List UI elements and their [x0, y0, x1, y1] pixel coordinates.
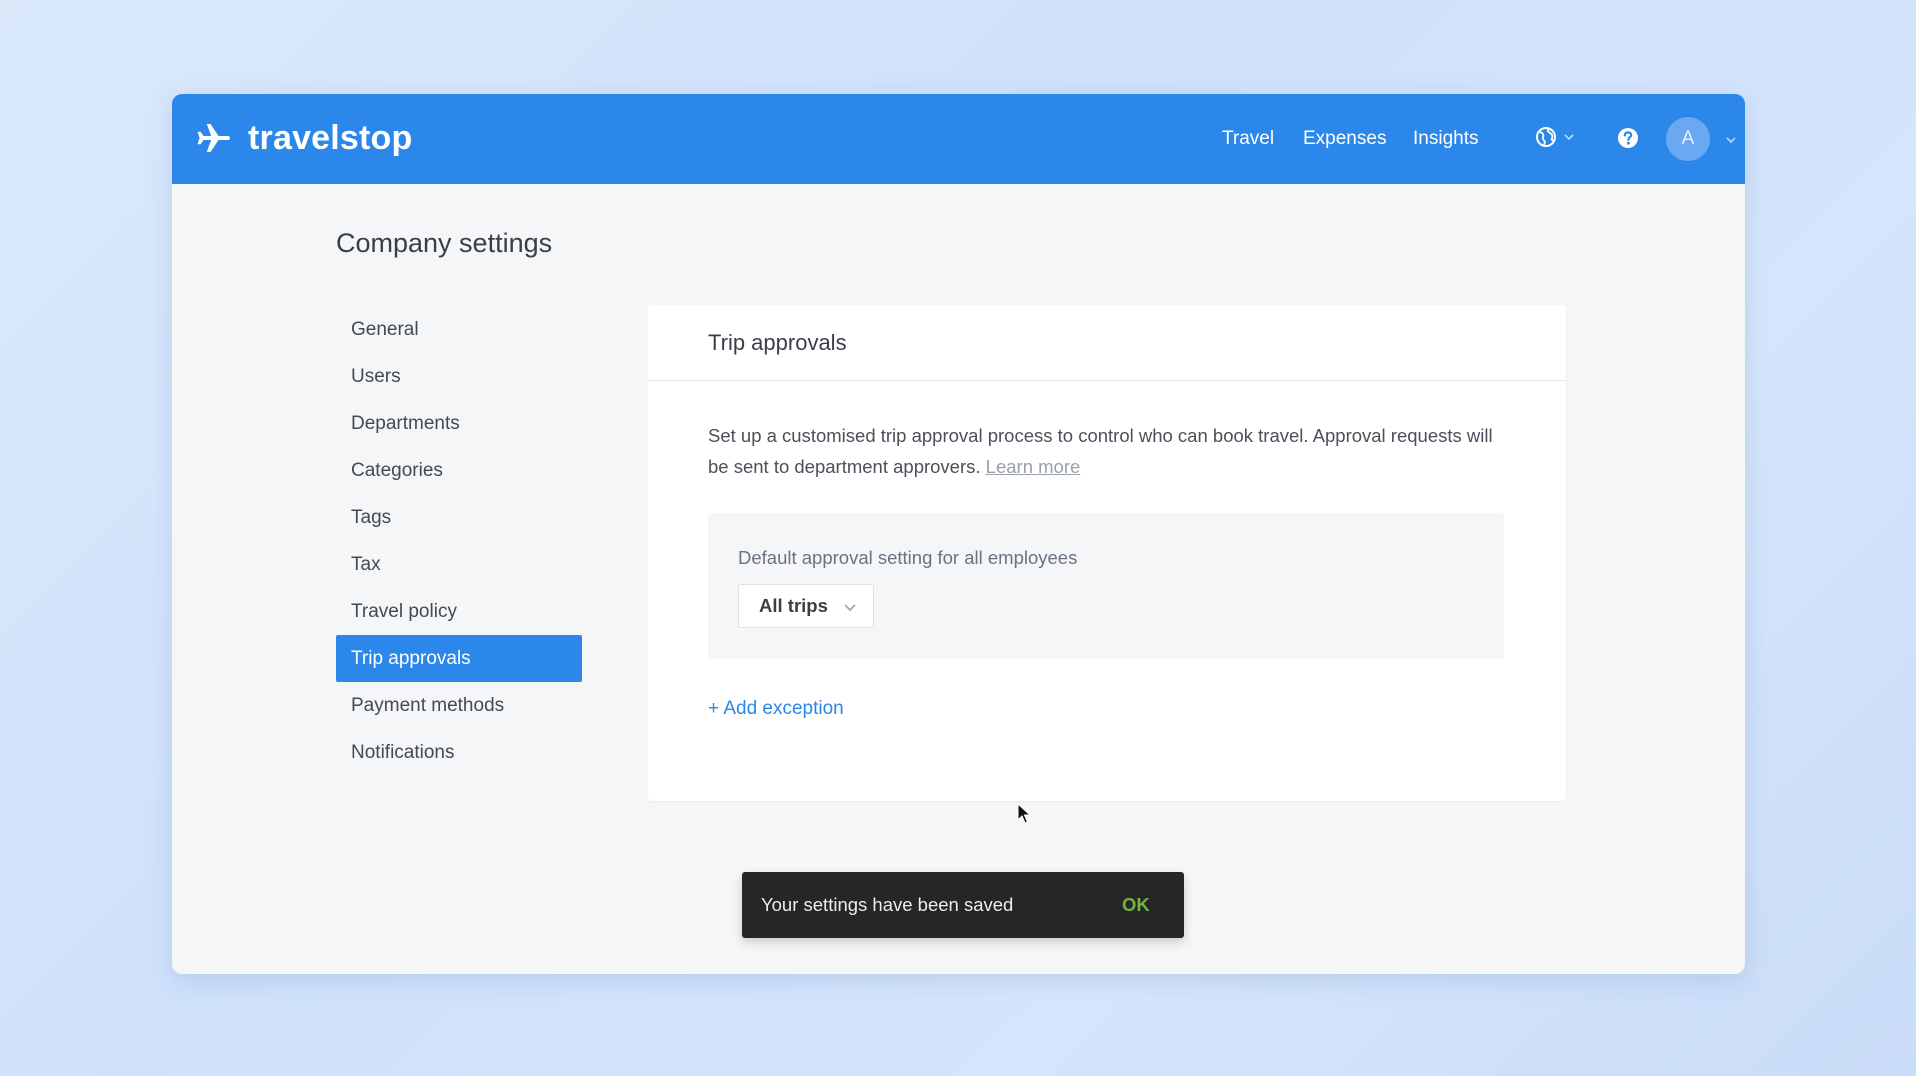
sidebar-item-departments[interactable]: Departments	[336, 400, 582, 447]
sidebar-item-users[interactable]: Users	[336, 353, 582, 400]
page-title: Company settings	[336, 228, 553, 258]
approval-select-value: All trips	[759, 595, 828, 616]
add-exception-link[interactable]: + Add exception	[708, 698, 844, 720]
settings-sidebar: General Users Departments Categories Tag…	[336, 306, 582, 776]
brand-logo[interactable]: travelstop	[194, 118, 413, 158]
globe-icon	[1536, 127, 1556, 147]
sidebar-item-travel-policy[interactable]: Travel policy	[336, 588, 582, 635]
learn-more-link[interactable]: Learn more	[986, 456, 1081, 477]
brand-name: travelstop	[248, 118, 413, 157]
nav-link-label: Expenses	[1303, 128, 1387, 149]
app-window: travelstop Travel Expenses Insights A Co…	[172, 94, 1745, 974]
sidebar-item-trip-approvals[interactable]: Trip approvals	[336, 635, 582, 682]
toast-message: Your settings have been saved	[761, 894, 1014, 915]
toast-ok-button[interactable]: OK	[1122, 872, 1150, 938]
sidebar-item-payment-methods[interactable]: Payment methods	[336, 682, 582, 729]
toast-notification: Your settings have been saved OK	[742, 872, 1184, 938]
avatar[interactable]: A	[1666, 117, 1710, 161]
sidebar-item-tags[interactable]: Tags	[336, 494, 582, 541]
nav-travel[interactable]: Travel	[1222, 94, 1274, 184]
chevron-down-icon	[1564, 134, 1574, 141]
default-approval-label: Default approval setting for all employe…	[738, 547, 1078, 568]
nav-link-label: Travel	[1222, 128, 1275, 149]
help-button[interactable]	[1617, 127, 1639, 154]
language-menu[interactable]	[1535, 126, 1575, 148]
airplane-icon	[197, 124, 230, 152]
card-title: Trip approvals	[648, 305, 1566, 381]
sidebar-item-general[interactable]: General	[336, 306, 582, 353]
chevron-down-icon	[844, 604, 856, 612]
avatar-initial: A	[1681, 128, 1695, 149]
description-text: Set up a customised trip approval proces…	[708, 425, 1493, 477]
nav-insights[interactable]: Insights	[1413, 94, 1478, 184]
default-approval-panel: Default approval setting for all employe…	[708, 513, 1504, 659]
chevron-down-icon[interactable]	[1725, 134, 1737, 146]
card-description: Set up a customised trip approval proces…	[708, 420, 1518, 482]
sidebar-item-categories[interactable]: Categories	[336, 447, 582, 494]
sidebar-item-notifications[interactable]: Notifications	[336, 729, 582, 776]
mouse-cursor-icon	[1017, 803, 1031, 824]
approval-select[interactable]: All trips	[738, 584, 874, 628]
trip-approvals-card: Trip approvals Set up a customised trip …	[648, 305, 1566, 801]
top-navbar: travelstop Travel Expenses Insights A	[172, 94, 1745, 184]
nav-link-label: Insights	[1413, 128, 1479, 149]
nav-expenses[interactable]: Expenses	[1303, 94, 1386, 184]
help-icon	[1618, 128, 1638, 148]
sidebar-item-tax[interactable]: Tax	[336, 541, 582, 588]
